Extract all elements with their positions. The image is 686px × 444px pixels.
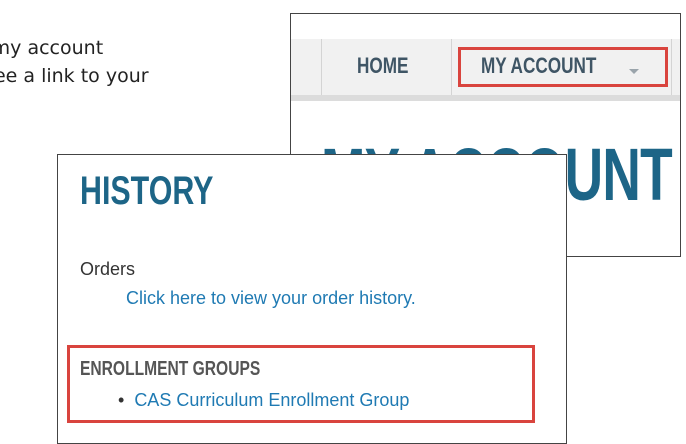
nav-divider [451, 39, 452, 95]
top-nav-bar: HOME MY ACCOUNT [291, 39, 680, 101]
nav-divider [321, 39, 322, 95]
enrollment-highlight [67, 345, 535, 423]
chevron-down-icon [629, 69, 639, 74]
history-heading: HISTORY [80, 169, 214, 213]
instruction-text: o my account n see a link to your [0, 34, 300, 90]
order-history-link[interactable]: Click here to view your order history. [126, 288, 416, 309]
instruction-line-1: o my account [0, 37, 104, 59]
nav-divider [671, 39, 672, 95]
orders-label: Orders [80, 259, 136, 279]
nav-my-account-dropdown[interactable]: MY ACCOUNT [481, 53, 596, 79]
instruction-line-2: n see a link to your [0, 65, 149, 87]
bullet-icon: • [118, 390, 125, 410]
enrollment-groups-heading: ENROLLMENT GROUPS [80, 358, 261, 380]
nav-home-link[interactable]: HOME [357, 53, 408, 79]
list-item: • CAS Curriculum Enrollment Group [118, 390, 409, 411]
history-screenshot: HISTORY Orders Click here to view your o… [57, 154, 567, 444]
enrollment-group-link[interactable]: CAS Curriculum Enrollment Group [134, 390, 409, 410]
